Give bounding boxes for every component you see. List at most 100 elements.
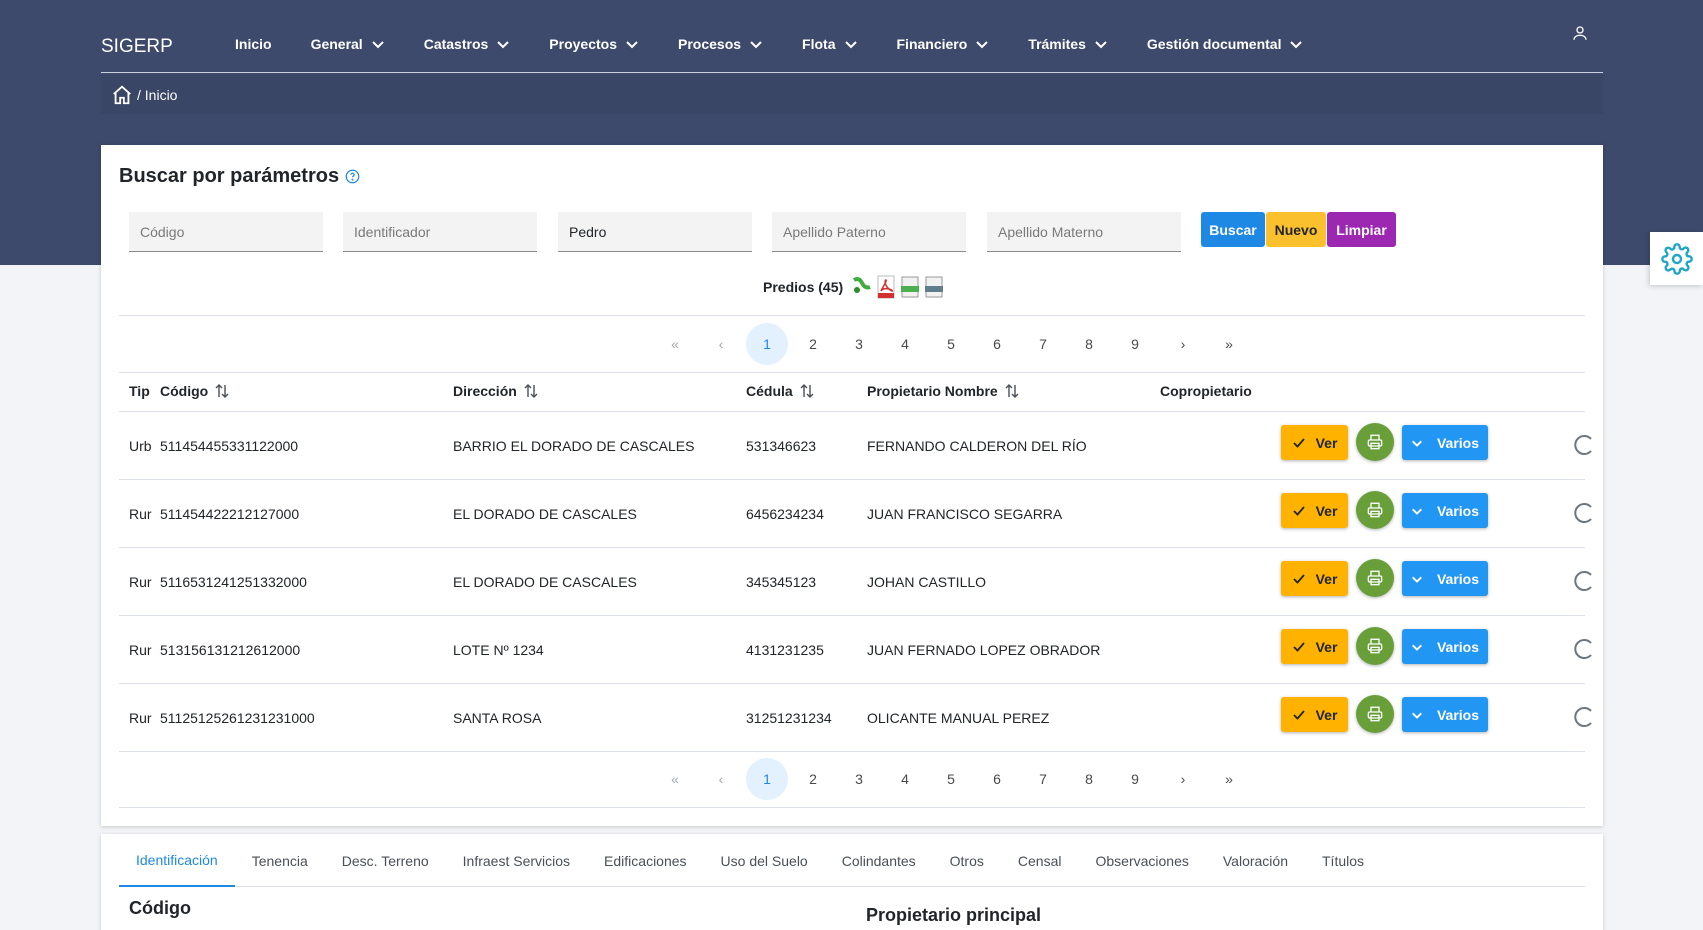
pagination-top-page-2-button[interactable]: 2	[792, 323, 834, 365]
chevron-down-icon	[1412, 576, 1422, 583]
nav-item-0[interactable]: Inicio	[235, 36, 272, 52]
ver-button[interactable]: Ver	[1281, 493, 1348, 528]
print-button[interactable]	[1356, 491, 1394, 529]
pagination-bottom-page-6-button[interactable]: 6	[976, 758, 1018, 800]
apellido-paterno-field[interactable]: Apellido Paterno	[772, 212, 966, 252]
table-row[interactable]: Rur 51125125261231231000 SANTA ROSA 3125123…	[119, 684, 1592, 752]
sort-icon[interactable]	[214, 383, 230, 399]
pagination-bottom-page-3-button[interactable]: 3	[838, 758, 880, 800]
nav-item-7[interactable]: Trámites	[1028, 36, 1108, 52]
pagination-bottom-last-button[interactable]: »	[1208, 758, 1250, 800]
pagination-bottom-page-4-button[interactable]: 4	[884, 758, 926, 800]
tab-1[interactable]: Tenencia	[235, 834, 325, 887]
pagination-top-first-button[interactable]: «	[654, 323, 696, 365]
ver-button[interactable]: Ver	[1281, 425, 1348, 460]
varios-button[interactable]: Varios	[1402, 629, 1488, 664]
table-row[interactable]: Rur 5116531241251332000 EL DORADO DE CASCA…	[119, 548, 1592, 616]
ver-button[interactable]: Ver	[1281, 697, 1348, 732]
pagination-top-prev-button[interactable]: ‹	[700, 323, 742, 365]
user-icon[interactable]	[1571, 24, 1589, 42]
nav-item-3[interactable]: Proyectos	[549, 36, 639, 52]
app-brand[interactable]: SIGERP	[101, 36, 173, 58]
nuevo-button[interactable]: Nuevo	[1266, 212, 1326, 247]
pagination-top-last-button[interactable]: »	[1208, 323, 1250, 365]
tab-6[interactable]: Colindantes	[825, 834, 933, 887]
xml-export-icon[interactable]	[923, 275, 945, 299]
pagination-top-next-button[interactable]: ›	[1162, 323, 1204, 365]
apellido-materno-field[interactable]: Apellido Materno	[987, 212, 1181, 252]
ver-button[interactable]: Ver	[1281, 629, 1348, 664]
pdf-export-icon[interactable]	[875, 275, 897, 299]
nav-item-2[interactable]: Catastros	[424, 36, 511, 52]
pagination-bottom-page-2-button[interactable]: 2	[792, 758, 834, 800]
pagination-bottom-page-9-button[interactable]: 9	[1114, 758, 1156, 800]
identificador-field[interactable]: Identificador	[343, 212, 537, 252]
pagination-top-page-6-button[interactable]: 6	[976, 323, 1018, 365]
sort-icon[interactable]	[799, 383, 815, 399]
pagination-bottom-page-8-button[interactable]: 8	[1068, 758, 1110, 800]
pagination-top-page-1-button[interactable]: 1	[746, 323, 788, 365]
varios-button[interactable]: Varios	[1402, 561, 1488, 596]
main-menu: Inicio General Catastros Proyectos Procesos F…	[235, 36, 1342, 52]
pagination-bottom-prev-button[interactable]: ‹	[700, 758, 742, 800]
cell-propietario: JUAN FRANCISCO SEGARRA	[867, 505, 1063, 522]
tab-9[interactable]: Observaciones	[1078, 834, 1205, 887]
ver-button[interactable]: Ver	[1281, 561, 1348, 596]
tab-2[interactable]: Desc. Terreno	[325, 834, 446, 887]
col-header-cedula[interactable]: Cédula	[746, 383, 815, 399]
nav-item-6[interactable]: Financiero	[897, 36, 990, 52]
sort-icon[interactable]	[1004, 383, 1020, 399]
table-row[interactable]: Rur 511454422212127000 EL DORADO DE CASCAL…	[119, 480, 1592, 548]
limpiar-button[interactable]: Limpiar	[1327, 212, 1396, 247]
col-direccion-label: Dirección	[453, 383, 517, 399]
pagination-top-page-4-button[interactable]: 4	[884, 323, 926, 365]
col-header-propietario[interactable]: Propietario Nombre	[867, 383, 1020, 399]
pagination-top-page-8-button[interactable]: 8	[1068, 323, 1110, 365]
nombre-field[interactable]: Pedro	[558, 212, 752, 252]
cell-cedula: 531346623	[746, 437, 817, 454]
sort-icon[interactable]	[523, 383, 539, 399]
tab-0[interactable]: Identificación	[119, 834, 235, 887]
print-button[interactable]	[1356, 423, 1394, 461]
col-header-codigo[interactable]: Código	[160, 383, 230, 399]
pagination-top-page-5-button[interactable]: 5	[930, 323, 972, 365]
help-circle-icon[interactable]	[345, 169, 360, 184]
col-header-direccion[interactable]: Dirección	[453, 383, 539, 399]
print-button[interactable]	[1356, 559, 1394, 597]
table-row[interactable]: Rur 513156131212612000 LOTE Nº 1234 4131231…	[119, 616, 1592, 684]
varios-label: Varios	[1436, 570, 1480, 587]
tab-5[interactable]: Uso del Suelo	[704, 834, 825, 887]
tab-8[interactable]: Censal	[1001, 834, 1079, 887]
varios-button[interactable]: Varios	[1402, 493, 1488, 528]
nav-item-4[interactable]: Procesos	[678, 36, 763, 52]
pagination-bottom-next-button[interactable]: ›	[1162, 758, 1204, 800]
varios-button[interactable]: Varios	[1402, 425, 1488, 460]
pagination-top-page-9-button[interactable]: 9	[1114, 323, 1156, 365]
tab-4[interactable]: Edificaciones	[587, 834, 704, 887]
codigo-field[interactable]: Código	[129, 212, 323, 252]
varios-button[interactable]: Varios	[1402, 697, 1488, 732]
csv-export-icon[interactable]	[899, 275, 921, 299]
pagination-bottom-page-5-button[interactable]: 5	[930, 758, 972, 800]
pagination-top-page-7-button[interactable]: 7	[1022, 323, 1064, 365]
pagination-bottom-page-7-button[interactable]: 7	[1022, 758, 1064, 800]
pagination-bottom-page-1-button[interactable]: 1	[746, 758, 788, 800]
settings-button[interactable]	[1650, 232, 1703, 285]
pagination-bottom-first-button[interactable]: «	[654, 758, 696, 800]
table-row[interactable]: Urb 511454455331122000 BARRIO EL DORADO DE…	[119, 412, 1592, 480]
nav-item-1[interactable]: General	[311, 36, 385, 52]
print-button[interactable]	[1356, 627, 1394, 665]
nav-item-8[interactable]: Gestión documental	[1147, 36, 1304, 52]
breadcrumb-current[interactable]: Inicio	[145, 87, 178, 103]
tab-7[interactable]: Otros	[933, 834, 1001, 887]
tab-11[interactable]: Títulos	[1305, 834, 1381, 887]
home-icon[interactable]	[111, 84, 133, 106]
tab-3[interactable]: Infraest Servicios	[446, 834, 587, 887]
buscar-button[interactable]: Buscar	[1201, 212, 1265, 247]
cell-propietario: JOHAN CASTILLO	[867, 573, 987, 590]
pagination-top-page-3-button[interactable]: 3	[838, 323, 880, 365]
nav-item-5[interactable]: Flota	[802, 36, 857, 52]
map-export-icon[interactable]	[851, 275, 873, 299]
print-button[interactable]	[1356, 695, 1394, 733]
tab-10[interactable]: Valoración	[1206, 834, 1305, 887]
